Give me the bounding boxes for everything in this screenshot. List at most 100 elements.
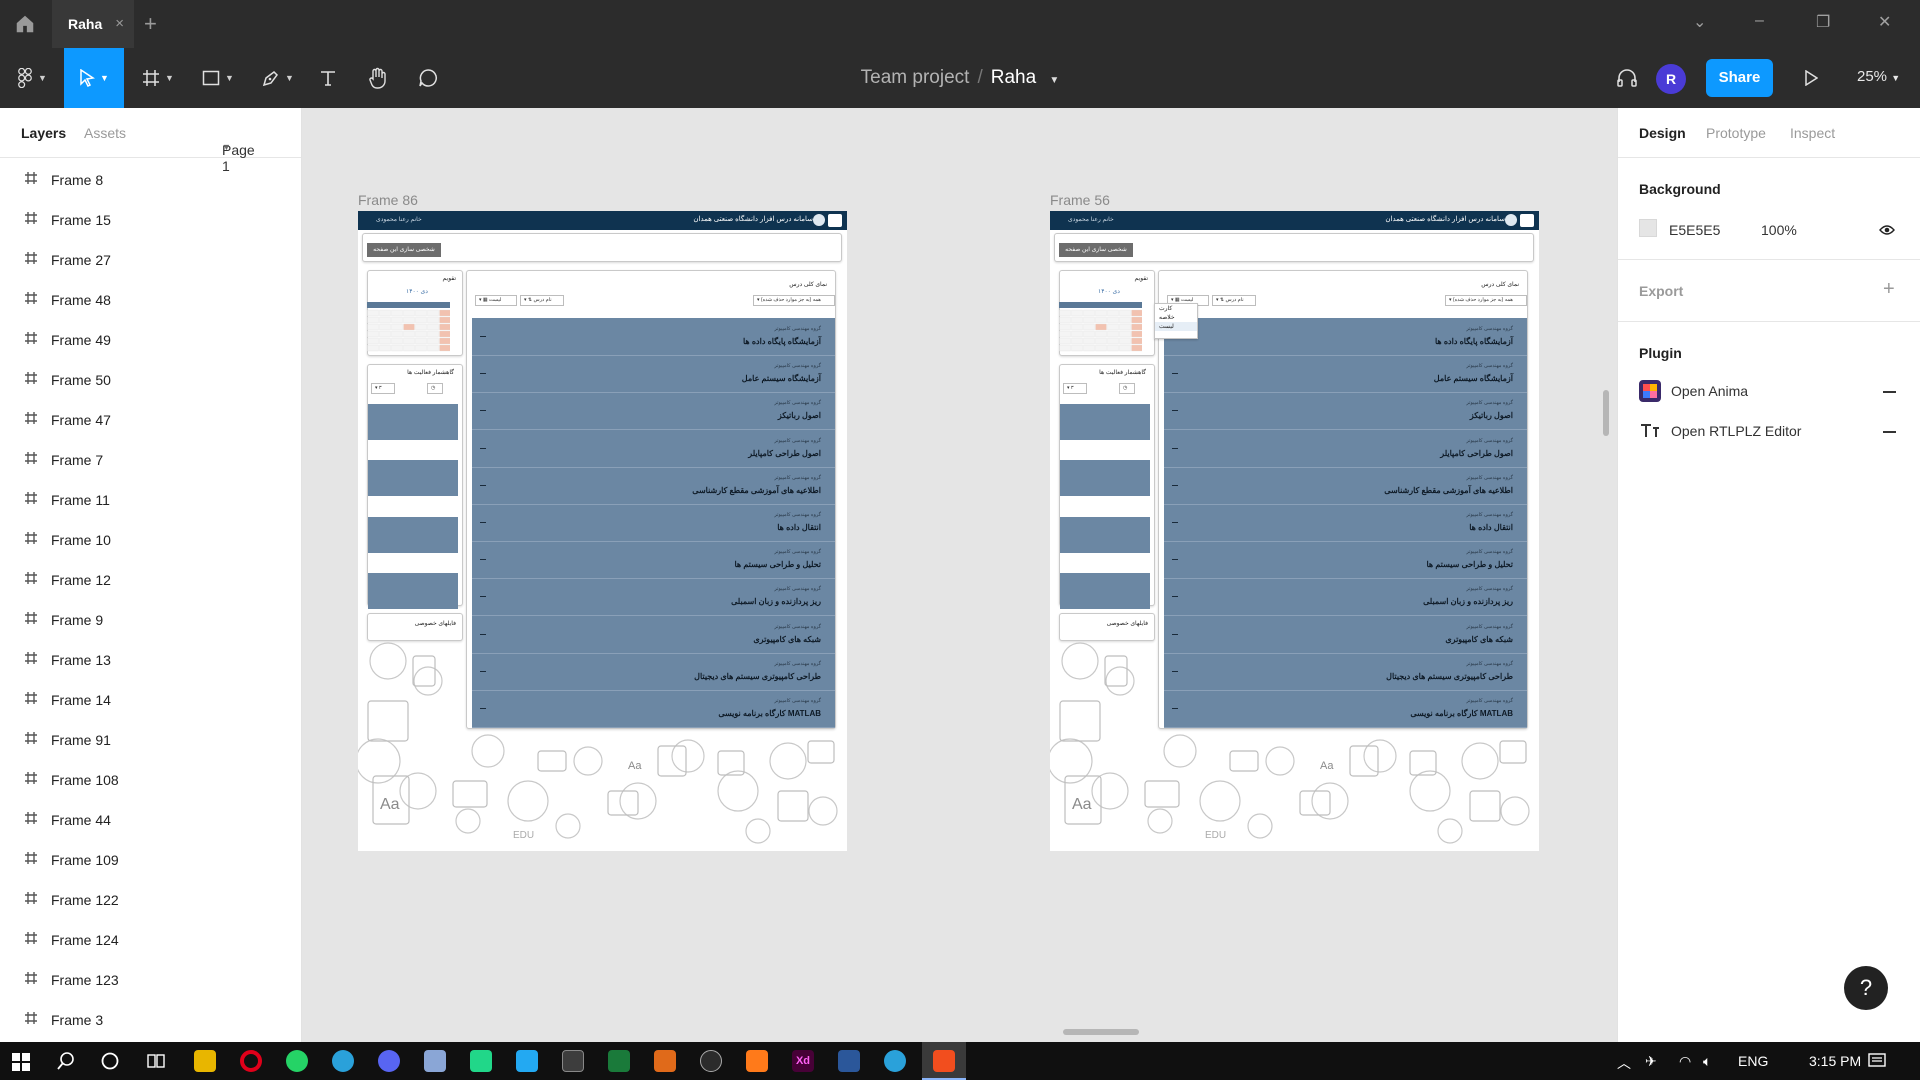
xampp-icon[interactable] bbox=[746, 1050, 768, 1072]
avatar[interactable]: R bbox=[1656, 64, 1686, 94]
chevron-down-icon[interactable]: ⌄ bbox=[1693, 12, 1706, 32]
frame-label[interactable]: Frame 86 bbox=[358, 192, 418, 208]
tab-inspect[interactable]: Inspect bbox=[1790, 125, 1835, 141]
new-tab-icon[interactable]: + bbox=[144, 11, 157, 37]
audio-button[interactable] bbox=[1612, 48, 1642, 108]
comment-tool-button[interactable] bbox=[414, 48, 442, 108]
opera-icon[interactable] bbox=[240, 1050, 262, 1072]
filter-select[interactable]: ▾ همه (به جز موارد حذف شده) bbox=[1445, 295, 1527, 306]
main-menu-button[interactable]: ▼ bbox=[10, 48, 54, 108]
frame-label[interactable]: Frame 56 bbox=[1050, 192, 1110, 208]
activity-item[interactable] bbox=[368, 460, 458, 496]
activity-item[interactable] bbox=[368, 404, 458, 440]
layer-item[interactable]: Frame 48 bbox=[0, 280, 301, 320]
share-button[interactable]: Share bbox=[1706, 59, 1773, 97]
course-item[interactable]: گروه مهندسی کامپیوتر اطلاعیه های آموزشی م… bbox=[472, 467, 835, 505]
layer-item[interactable]: Frame 124 bbox=[0, 920, 301, 960]
layer-item[interactable]: Frame 10 bbox=[0, 520, 301, 560]
course-item[interactable]: گروه مهندسی کامپیوتر ریز پردازنده و زبان … bbox=[472, 578, 835, 617]
more-options-icon[interactable] bbox=[1172, 596, 1178, 598]
tab-prototype[interactable]: Prototype bbox=[1706, 125, 1766, 141]
vscode-icon[interactable] bbox=[516, 1050, 538, 1072]
days-select[interactable]: ▾ ۳ bbox=[1063, 383, 1087, 394]
more-options-icon[interactable] bbox=[480, 373, 486, 375]
activity-item[interactable] bbox=[1060, 460, 1150, 496]
add-export-icon[interactable]: + bbox=[1883, 278, 1895, 301]
layer-item[interactable]: Frame 91 bbox=[0, 720, 301, 760]
background-hex-input[interactable]: E5E5E5 bbox=[1669, 222, 1720, 238]
more-options-icon[interactable] bbox=[480, 447, 486, 449]
more-options-icon[interactable] bbox=[1172, 373, 1178, 375]
frame-56[interactable]: خانم رعنا محمودی سامانه درس افزار دانشگاه… bbox=[1050, 211, 1539, 851]
sort-select[interactable]: ▾ ⇅ نام درس bbox=[1212, 295, 1256, 306]
more-options-icon[interactable] bbox=[480, 484, 486, 486]
app-icon[interactable] bbox=[654, 1050, 676, 1072]
dropdown-option[interactable]: کارت bbox=[1155, 304, 1197, 313]
view-select[interactable]: ▾ ▦ لیست bbox=[475, 295, 517, 306]
shape-tool-button[interactable]: ▼ bbox=[194, 48, 242, 108]
minimize-icon[interactable]: – bbox=[1755, 12, 1764, 30]
filter-select[interactable]: ▾ همه (به جز موارد حذف شده) bbox=[753, 295, 835, 306]
layer-item[interactable]: Frame 9 bbox=[0, 600, 301, 640]
text-tool-button[interactable] bbox=[314, 48, 342, 108]
course-item[interactable]: گروه مهندسی کامپیوتر اصول طراحی کامپایلر bbox=[1164, 430, 1527, 468]
file-tab[interactable]: Raha × bbox=[52, 0, 134, 48]
wifi-icon[interactable]: ◠ bbox=[1679, 1053, 1691, 1070]
telegram-icon[interactable] bbox=[884, 1050, 906, 1072]
windows-start-icon[interactable] bbox=[12, 1053, 30, 1071]
more-options-icon[interactable] bbox=[1172, 410, 1178, 412]
layer-item[interactable]: Frame 122 bbox=[0, 880, 301, 920]
modelsim-icon[interactable] bbox=[562, 1050, 584, 1072]
course-item[interactable]: گروه مهندسی کامپیوتر انتقال داده ها bbox=[472, 504, 835, 542]
home-icon[interactable] bbox=[14, 13, 36, 35]
eye-icon[interactable] bbox=[1879, 224, 1895, 236]
virtualbox-icon[interactable] bbox=[424, 1050, 446, 1072]
background-opacity-input[interactable]: 100% bbox=[1761, 222, 1797, 238]
restore-icon[interactable]: ❐ bbox=[1816, 12, 1830, 32]
plugin-open-rtlplz[interactable]: Open RTLPLZ Editor bbox=[1639, 419, 1801, 443]
course-item[interactable]: گروه مهندسی کامپیوتر اصول رباتیکز bbox=[1164, 392, 1527, 431]
pen-tool-button[interactable]: ▼ bbox=[254, 48, 302, 108]
days-select[interactable]: ▾ ۳ bbox=[371, 383, 395, 394]
task-view-icon[interactable] bbox=[146, 1052, 166, 1070]
hand-tool-button[interactable] bbox=[364, 48, 392, 108]
clock[interactable]: 3:15 PM bbox=[1809, 1053, 1861, 1069]
layer-item[interactable]: Frame 44 bbox=[0, 800, 301, 840]
course-item[interactable]: گروه مهندسی کامپیوتر اطلاعیه های آموزشی م… bbox=[1164, 467, 1527, 505]
layer-item[interactable]: Frame 123 bbox=[0, 960, 301, 1000]
present-button[interactable] bbox=[1796, 48, 1826, 108]
frame-tool-button[interactable]: ▼ bbox=[134, 48, 182, 108]
more-options-icon[interactable] bbox=[480, 336, 486, 337]
course-item[interactable]: گروه مهندسی کامپیوتر آزمایشگاه سیستم عامل bbox=[472, 355, 835, 394]
course-item[interactable]: گروه مهندسی کامپیوتر آزمایشگاه پایگاه داد… bbox=[1164, 318, 1527, 356]
course-item[interactable]: گروه مهندسی کامپیوتر آزمایشگاه پایگاه داد… bbox=[472, 318, 835, 356]
layer-item[interactable]: Frame 3 bbox=[0, 1000, 301, 1040]
telegram-icon[interactable] bbox=[332, 1050, 354, 1072]
vertical-scrollbar[interactable] bbox=[1603, 390, 1609, 436]
layer-item[interactable]: Frame 27 bbox=[0, 240, 301, 280]
more-options-icon[interactable] bbox=[480, 596, 486, 598]
clock-select[interactable]: ◷ bbox=[427, 383, 443, 394]
more-options-icon[interactable] bbox=[480, 633, 486, 635]
course-item[interactable]: گروه مهندسی کامپیوتر آزمایشگاه سیستم عامل bbox=[1164, 355, 1527, 394]
help-button[interactable]: ? bbox=[1844, 966, 1888, 1010]
tab-design[interactable]: Design bbox=[1639, 125, 1686, 141]
activity-item[interactable] bbox=[368, 573, 458, 609]
remove-plugin-icon[interactable] bbox=[1883, 391, 1896, 393]
more-options-icon[interactable] bbox=[480, 410, 486, 412]
activity-item[interactable] bbox=[1060, 517, 1150, 553]
more-options-icon[interactable] bbox=[480, 522, 486, 523]
clock-select[interactable]: ◷ bbox=[1119, 383, 1135, 394]
canvas[interactable]: Frame 86 خانم رعنا محمودی سامانه درس افزا… bbox=[302, 108, 1617, 1042]
pycharm-icon[interactable] bbox=[470, 1050, 492, 1072]
file-name[interactable]: Raha bbox=[991, 67, 1036, 88]
volume-icon[interactable]: 🔈︎ bbox=[1703, 1053, 1711, 1070]
wamp-icon[interactable] bbox=[700, 1050, 722, 1072]
course-item[interactable]: گروه مهندسی کامپیوتر اصول رباتیکز bbox=[472, 392, 835, 431]
activity-item[interactable] bbox=[1060, 404, 1150, 440]
frame-86[interactable]: خانم رعنا محمودی سامانه درس افزار دانشگاه… bbox=[358, 211, 847, 851]
discord-icon[interactable] bbox=[378, 1050, 400, 1072]
sort-select[interactable]: ▾ ⇅ نام درس bbox=[520, 295, 564, 306]
layer-item[interactable]: Frame 49 bbox=[0, 320, 301, 360]
dropdown-option-selected[interactable]: لیست bbox=[1155, 322, 1197, 331]
